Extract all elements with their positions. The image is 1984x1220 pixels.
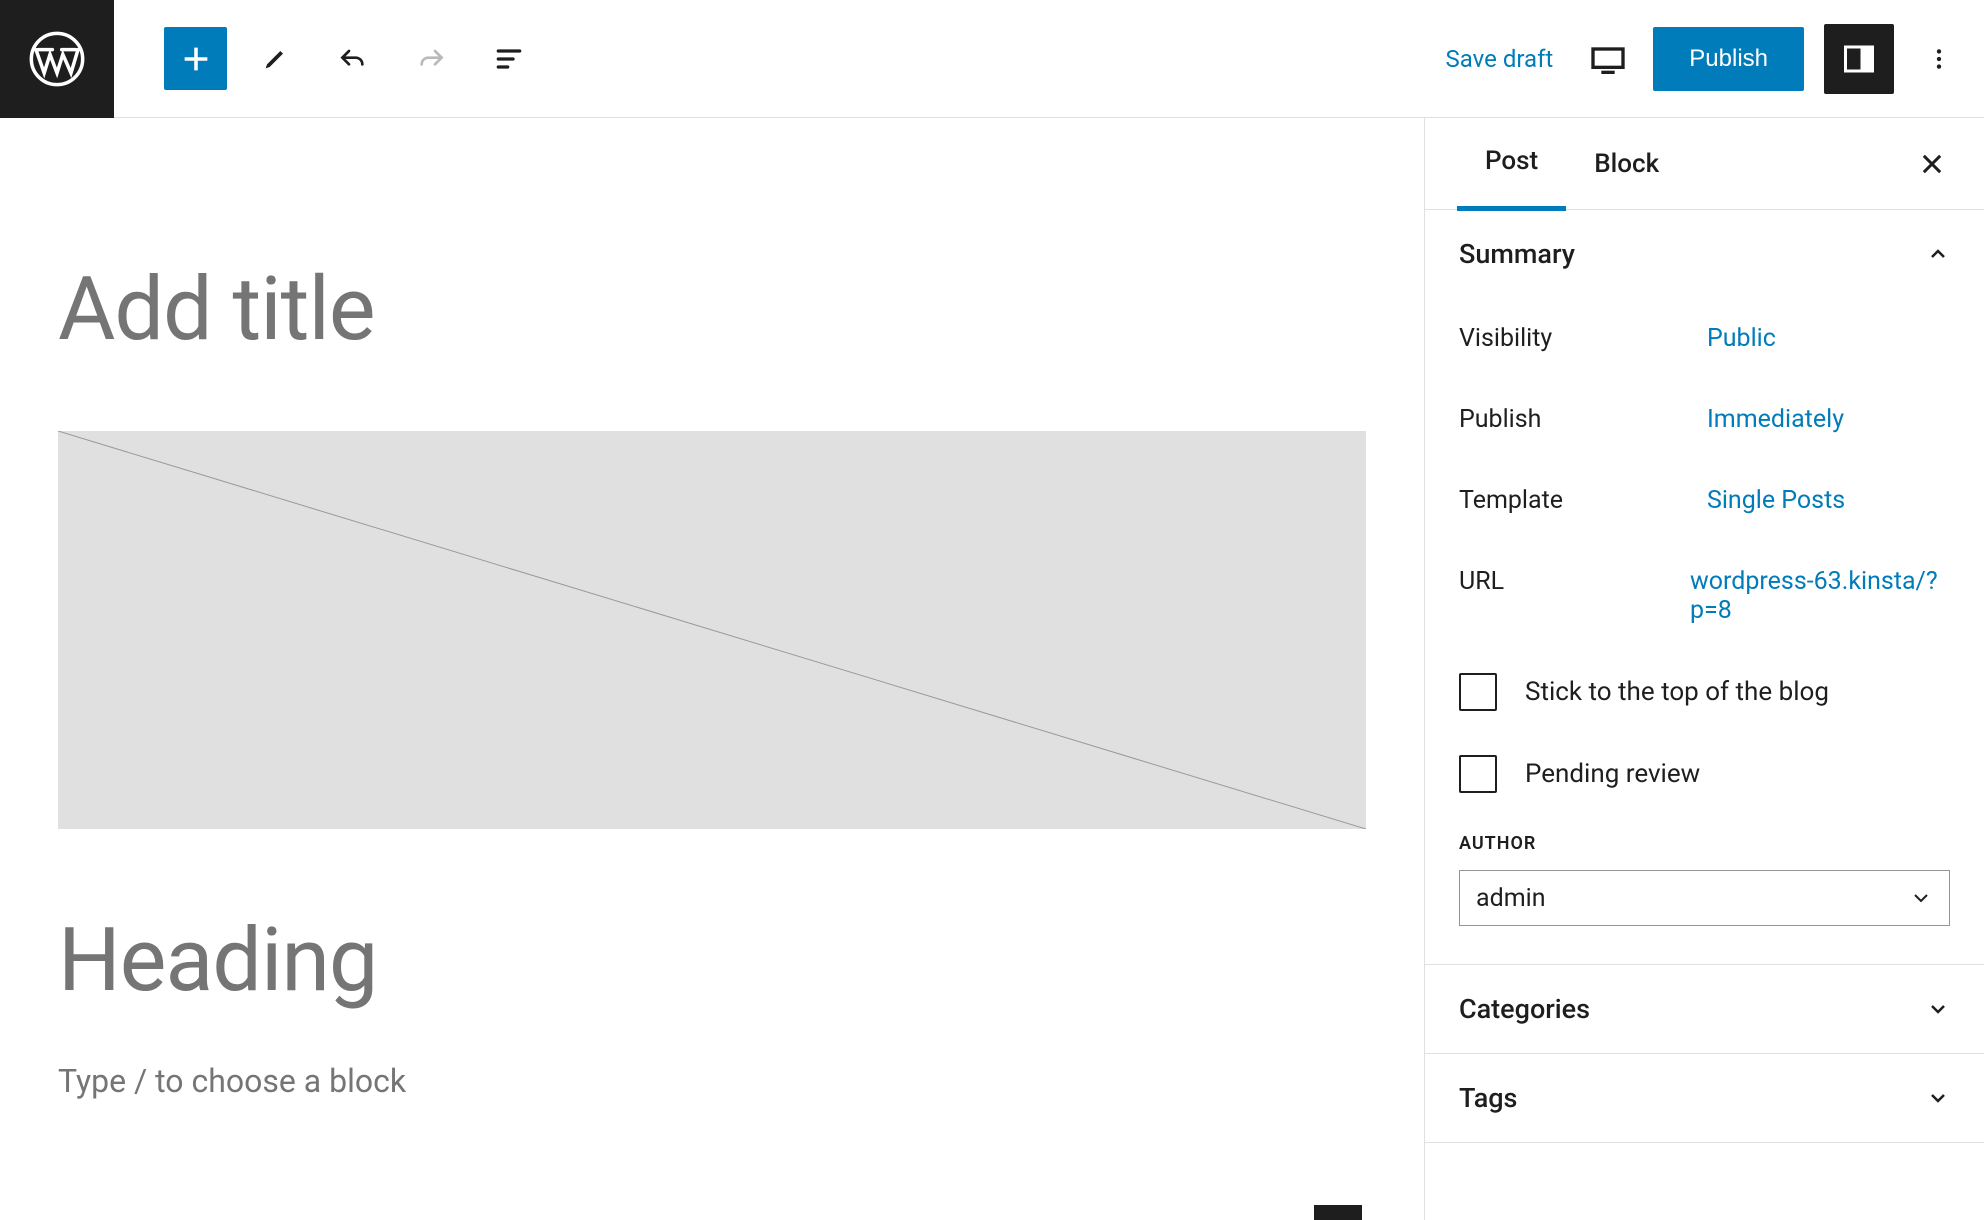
add-block-inline-button[interactable]: [1314, 1205, 1362, 1220]
undo-icon: [337, 43, 369, 75]
visibility-value: Public: [1707, 324, 1776, 353]
undo-button[interactable]: [323, 29, 383, 89]
chevron-down-icon: [1926, 1086, 1950, 1110]
redo-button: [401, 29, 461, 89]
settings-sidebar: Post Block Summary Visibility Public Pub…: [1424, 118, 1984, 1220]
redo-icon: [415, 43, 447, 75]
stick-top-label: Stick to the top of the blog: [1525, 677, 1829, 707]
wordpress-logo[interactable]: [0, 0, 114, 118]
wordpress-icon: [29, 31, 85, 87]
summary-panel: Summary Visibility Public Publish Immedi…: [1425, 210, 1984, 965]
placeholder-image-icon: [58, 431, 1366, 829]
add-block-button[interactable]: [164, 27, 227, 90]
chevron-down-icon: [1926, 997, 1950, 1021]
toolbar-right: Save draft Publish: [1436, 24, 1984, 94]
cover-block[interactable]: [58, 431, 1366, 829]
paragraph-block[interactable]: Type / to choose a block: [58, 1062, 1366, 1100]
author-select[interactable]: admin: [1459, 870, 1950, 926]
summary-title: Summary: [1459, 238, 1575, 270]
editor-canvas[interactable]: Add title Heading Type / to choose a blo…: [0, 118, 1424, 1220]
post-title-input[interactable]: Add title: [58, 258, 1366, 361]
categories-panel-header[interactable]: Categories: [1425, 965, 1984, 1053]
categories-title: Categories: [1459, 993, 1590, 1025]
tab-post[interactable]: Post: [1457, 118, 1566, 211]
more-menu-button[interactable]: [1914, 34, 1964, 84]
template-row[interactable]: Template Single Posts: [1459, 460, 1950, 541]
url-row[interactable]: URL wordpress-63.kinsta/?p=8: [1459, 541, 1950, 651]
toolbar-left: [114, 27, 539, 90]
pending-review-label: Pending review: [1525, 759, 1700, 789]
desktop-icon: [1588, 39, 1628, 79]
list-icon: [493, 43, 525, 75]
list-view-button[interactable]: [479, 29, 539, 89]
sidebar-toggle-button[interactable]: [1824, 24, 1894, 94]
tools-button[interactable]: [245, 29, 305, 89]
tags-panel-header[interactable]: Tags: [1425, 1054, 1984, 1142]
heading-block[interactable]: Heading: [58, 909, 1366, 1012]
topbar: Save draft Publish: [0, 0, 1984, 118]
publish-button[interactable]: Publish: [1653, 27, 1804, 91]
dots-vertical-icon: [1926, 46, 1952, 72]
chevron-up-icon: [1926, 242, 1950, 266]
summary-panel-header[interactable]: Summary: [1425, 210, 1984, 298]
template-value: Single Posts: [1707, 486, 1845, 515]
summary-panel-body: Visibility Public Publish Immediately Te…: [1425, 298, 1984, 964]
pending-review-checkbox-row[interactable]: Pending review: [1459, 733, 1950, 815]
plus-icon: [179, 42, 213, 76]
stick-top-checkbox-row[interactable]: Stick to the top of the blog: [1459, 651, 1950, 733]
preview-button[interactable]: [1583, 34, 1633, 84]
publish-label: Publish: [1459, 405, 1707, 434]
author-value: admin: [1476, 884, 1546, 913]
tags-title: Tags: [1459, 1082, 1517, 1114]
url-label: URL: [1459, 567, 1690, 625]
publish-value: Immediately: [1707, 405, 1844, 434]
url-value: wordpress-63.kinsta/?p=8: [1690, 567, 1950, 625]
categories-panel: Categories: [1425, 965, 1984, 1054]
pending-review-checkbox[interactable]: [1459, 755, 1497, 793]
content-area: Add title Heading Type / to choose a blo…: [0, 118, 1984, 1220]
plus-icon: [1324, 1215, 1352, 1220]
sidebar-icon: [1841, 41, 1877, 77]
close-icon: [1918, 150, 1946, 178]
chevron-down-icon: [1909, 886, 1933, 910]
stick-top-checkbox[interactable]: [1459, 673, 1497, 711]
save-draft-button[interactable]: Save draft: [1436, 31, 1564, 87]
visibility-row[interactable]: Visibility Public: [1459, 298, 1950, 379]
visibility-label: Visibility: [1459, 324, 1707, 353]
sidebar-tabs: Post Block: [1425, 118, 1984, 210]
template-label: Template: [1459, 486, 1707, 515]
close-sidebar-button[interactable]: [1912, 144, 1952, 184]
publish-row[interactable]: Publish Immediately: [1459, 379, 1950, 460]
pencil-icon: [259, 43, 291, 75]
author-label: AUTHOR: [1459, 815, 1950, 870]
tags-panel: Tags: [1425, 1054, 1984, 1143]
tab-block[interactable]: Block: [1566, 119, 1687, 209]
